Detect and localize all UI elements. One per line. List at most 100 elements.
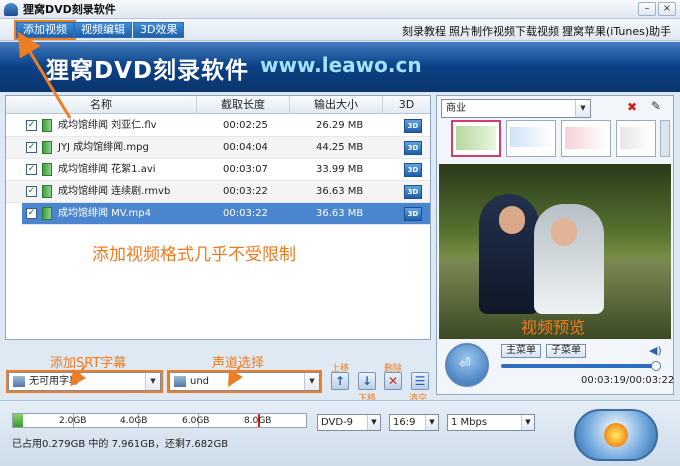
disc-type-select[interactable]: DVD-9 ▼ [317,414,381,431]
audio-track-icon [174,376,186,387]
thumb-scrollbar[interactable] [660,120,670,157]
sub-menu-button[interactable]: 子菜单 [546,344,586,358]
file-name: 成均馆绯闻 MV.mp4 [58,208,151,219]
file-length: 00:04:04 [223,142,268,153]
menu-template-select[interactable]: 商业 ▼ [441,99,591,118]
video-file-icon [42,163,52,176]
menu-template-thumb[interactable] [616,120,656,157]
delete-button[interactable]: ✕ [384,372,402,390]
subtitle-icon [13,376,25,387]
volume-icon[interactable]: ◀) [649,344,662,357]
file-name: 成均馆绯闻 花絮1.avi [58,164,156,175]
chevron-down-icon[interactable]: ▼ [367,415,380,430]
window-title: 狸窝DVD刻录软件 [23,3,116,16]
banner-title: 狸窝DVD刻录软件 [46,58,249,84]
edit-menu-icon[interactable]: ✎ [651,99,661,113]
nav-dpad-button[interactable]: ⏎ [445,343,489,387]
aspect-ratio-value: 16:9 [393,417,416,428]
close-icon[interactable]: × [658,2,676,16]
move-up-button[interactable]: ↑ [331,372,349,390]
table-row[interactable]: ✓ 成均馆绯闻 花絮1.avi 00:03:07 33.99 MB 3D [6,159,430,181]
3d-icon[interactable]: 3D [404,119,422,133]
srt-annotation: 添加SRT字幕 [50,356,127,371]
main-menu-button[interactable]: 主菜单 [501,344,541,358]
disc-type-value: DVD-9 [321,417,354,428]
header-size[interactable]: 输出大小 [289,96,382,114]
audio-track-select[interactable]: und ▼ [167,370,322,393]
bitrate-select[interactable]: 1 Mbps ▼ [447,414,535,431]
video-preview: 视频预览 [439,164,671,339]
checkbox-icon[interactable]: ✓ [26,208,37,219]
burn-button[interactable] [574,409,658,461]
preview-annotation: 视频预览 [521,318,586,337]
capacity-fill [13,414,23,427]
capacity-status: 已占用0.279GB 中的 7.961GB，还剩7.682GB [12,439,229,450]
bitrate-value: 1 Mbps [451,417,488,428]
file-length: 00:03:22 [223,208,268,219]
aspect-ratio-select[interactable]: 16:9 ▼ [389,414,439,431]
clear-button[interactable]: ☰ [411,372,429,390]
menu-template-thumb[interactable] [506,120,556,157]
file-length: 00:03:22 [223,186,268,197]
audio-annotation: 声道选择 [212,356,265,371]
chevron-down-icon[interactable]: ▼ [521,415,534,430]
minimize-icon[interactable]: – [638,2,656,16]
brand-banner: 狸窝DVD刻录软件 www.leawo.cn [0,42,680,92]
dvd-menu-panel: 商业 ▼ ✖ ✎ 视频预览 ⏎ 主菜单 子菜单 ◀) 00:03:19/00:0… [436,95,674,395]
table-header: 名称 截取长度 输出大小 3D [6,96,430,114]
checkbox-icon[interactable]: ✓ [26,142,37,153]
format-annotation: 添加视频格式几乎不受限制 [92,245,296,265]
subtitle-value: 无可用字幕 [29,376,79,387]
menu-template-thumb[interactable] [451,120,501,157]
3d-icon[interactable]: 3D [404,141,422,155]
video-file-icon [42,119,52,132]
tick-label: 6.0GB [182,416,210,426]
banner-url: www.leawo.cn [260,53,422,77]
audio-track-value: und [190,376,210,387]
playback-time: 00:03:19/00:03:22 [581,375,675,386]
menu-template-thumb[interactable] [561,120,611,157]
subtitle-select[interactable]: 无可用字幕 ▼ [6,370,163,393]
burn-settings-bar: 2.0GB 4.0GB 6.0GB 8.0GB DVD-9 ▼ 16:9 ▼ 1… [0,400,680,466]
chevron-down-icon[interactable]: ▼ [304,373,319,390]
header-name[interactable]: 名称 [6,96,196,114]
table-row-selected[interactable]: ✓ 成均馆绯闻 MV.mp4 00:03:22 36.63 MB 3D [22,203,430,225]
menu-bar: 添加视频 视频编辑 3D效果 刻录教程 照片制作视频 下载视频 狸窝苹果(iTu… [0,19,680,41]
checkbox-icon[interactable]: ✓ [26,120,37,131]
link-burn-tutorial[interactable]: 刻录教程 [402,23,446,39]
file-length: 00:02:25 [223,120,268,131]
header-length[interactable]: 截取长度 [196,96,289,114]
tab-3d-effect[interactable]: 3D效果 [133,22,185,38]
chevron-down-icon[interactable]: ▼ [575,100,590,117]
table-row[interactable]: ✓ 成均馆绯闻 连续剧.rmvb 00:03:22 36.63 MB 3D [6,181,430,203]
header-3d[interactable]: 3D [382,96,430,114]
remove-menu-icon[interactable]: ✖ [627,100,637,114]
video-file-icon [42,141,52,154]
chevron-down-icon[interactable]: ▼ [145,373,160,390]
checkbox-icon[interactable]: ✓ [26,186,37,197]
seek-slider[interactable] [501,361,661,371]
checkbox-icon[interactable]: ✓ [26,164,37,175]
tab-add-video[interactable]: 添加视频 [14,20,76,40]
enter-icon: ⏎ [459,356,471,372]
table-row[interactable]: ✓ 成均馆绯闻 刘亚仁.flv 00:02:25 26.29 MB 3D [6,115,430,137]
link-itunes-helper[interactable]: 狸窝苹果(iTunes)助手 [562,23,671,39]
link-download-video[interactable]: 下载视频 [515,23,559,39]
file-length: 00:03:07 [223,164,268,175]
video-file-icon [42,185,52,198]
file-size: 36.63 MB [316,208,364,219]
chevron-down-icon[interactable]: ▼ [425,415,438,430]
3d-icon[interactable]: 3D [404,163,422,177]
link-photo-video[interactable]: 照片制作视频 [449,23,515,39]
disc-capacity-bar: 2.0GB 4.0GB 6.0GB 8.0GB [12,413,307,428]
move-down-button[interactable]: ↓ [358,372,376,390]
tick-label: 8.0GB [244,416,272,426]
3d-icon[interactable]: 3D [404,185,422,199]
file-name: 成均馆绯闻 连续剧.rmvb [58,186,171,197]
3d-icon[interactable]: 3D [404,207,422,221]
table-row[interactable]: ✓ JYJ 成均馆绯闻.mpg 00:04:04 44.25 MB 3D [6,137,430,159]
tab-video-edit[interactable]: 视频编辑 [74,22,132,38]
seek-handle[interactable] [651,361,661,371]
file-size: 36.63 MB [316,186,364,197]
video-file-table: 名称 截取长度 输出大小 3D ✓ 成均馆绯闻 刘亚仁.flv 00:02:25… [5,95,431,340]
